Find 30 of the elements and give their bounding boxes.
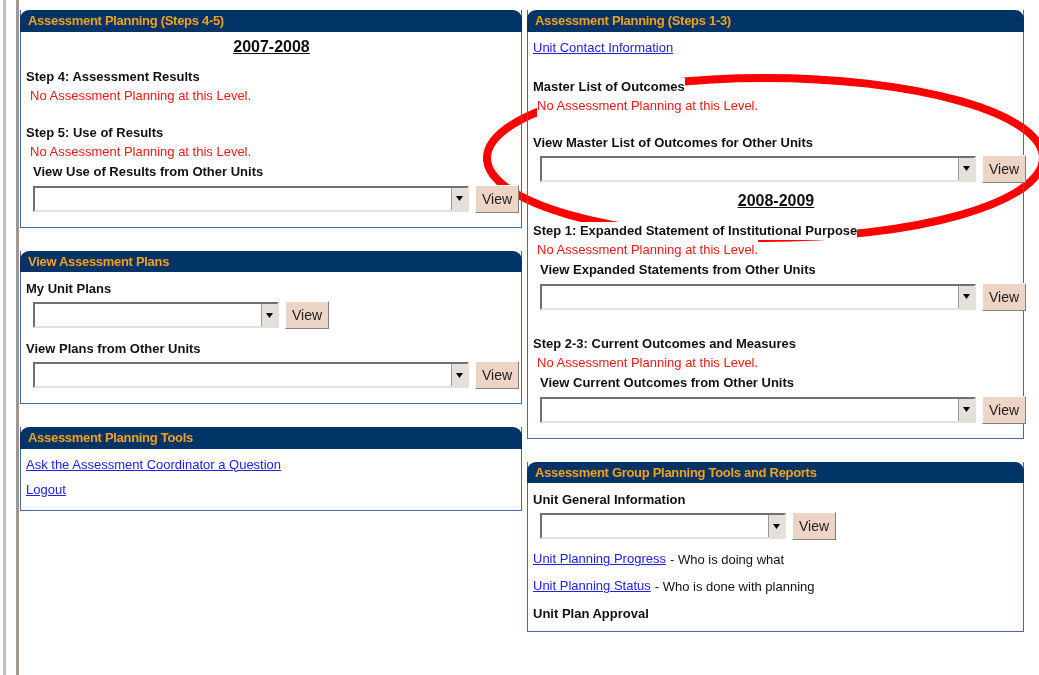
- section-label: Master List of Outcomes: [533, 77, 685, 96]
- dropdown-field[interactable]: [540, 155, 976, 182]
- dropdown-arrow-icon: [773, 523, 780, 529]
- view-button[interactable]: View: [475, 184, 520, 213]
- panel-header: Assessment Planning Tools: [20, 427, 522, 449]
- dropdown-field[interactable]: [33, 185, 469, 212]
- view-button[interactable]: View: [285, 301, 330, 329]
- dropdown-arrow-icon: [963, 294, 970, 299]
- dropdown-arrow-icon: [266, 312, 273, 318]
- dropdown-field[interactable]: [33, 302, 279, 328]
- panel-header: View Assessment Plans: [20, 250, 522, 272]
- view-button[interactable]: View: [475, 361, 520, 389]
- dropdown-arrow-icon: [963, 407, 970, 412]
- dropdown-field[interactable]: [33, 362, 469, 388]
- notice-text: No Assessment Planning at this Level.: [537, 95, 759, 116]
- view-button[interactable]: View: [982, 154, 1027, 183]
- section-label: Step 1: Expanded Statement of Institutional Purpose: [533, 221, 858, 240]
- dropdown-field[interactable]: [540, 513, 786, 539]
- dropdown-arrow-icon: [456, 196, 463, 201]
- panel-header: Assessment Planning (Steps 4-5): [20, 10, 522, 32]
- panel-header: Assessment Group Planning Tools and Reports: [527, 461, 1024, 483]
- view-button[interactable]: View: [982, 395, 1027, 424]
- dropdown-field[interactable]: [540, 396, 976, 423]
- notice-text: No Assessment Planning at this Level.: [537, 239, 759, 260]
- view-button[interactable]: View: [982, 282, 1027, 311]
- dropdown-field[interactable]: [540, 283, 976, 310]
- dropdown-arrow-icon: [456, 372, 463, 378]
- view-button[interactable]: View: [792, 512, 837, 540]
- dropdown-arrow-icon: [963, 166, 970, 171]
- panel-header: Assessment Planning (Steps 1-3): [527, 10, 1024, 32]
